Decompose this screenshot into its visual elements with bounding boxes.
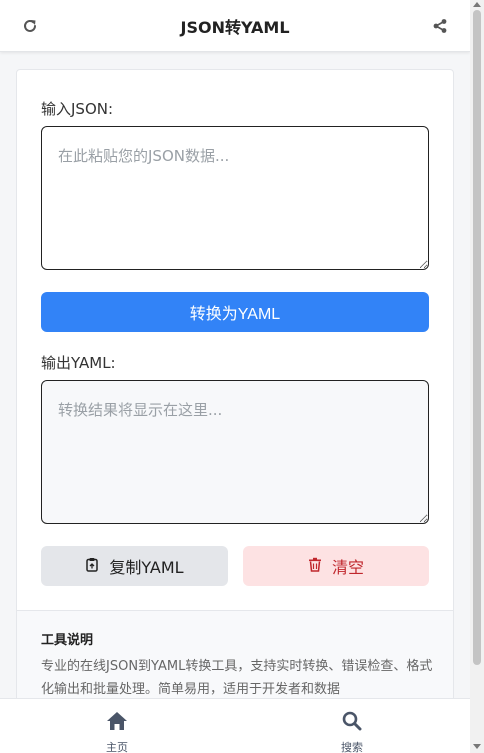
trash-icon (308, 557, 322, 576)
nav-label-home: 主页 (106, 741, 128, 753)
convert-button[interactable]: 转换为YAML (41, 292, 429, 332)
copy-yaml-button[interactable]: 复制YAML (41, 546, 228, 586)
scroll-up-arrow[interactable] (473, 2, 481, 7)
copy-yaml-label: 复制YAML (109, 558, 184, 577)
input-label: 输入JSON: (41, 100, 114, 118)
bottom-nav: 主页 搜索 (0, 698, 470, 753)
output-label: 输出YAML: (41, 354, 116, 372)
refresh-icon[interactable] (20, 16, 40, 36)
scrollbar-thumb[interactable] (473, 10, 481, 665)
description-title: 工具说明 (41, 633, 94, 648)
clear-label: 清空 (331, 558, 364, 577)
nav-item-search[interactable]: 搜索 (322, 711, 382, 753)
tool-description: 工具说明 专业的在线JSON到YAML转换工具，支持实时转换、错误检查、格式化输… (17, 611, 453, 708)
yaml-output[interactable] (41, 380, 429, 524)
description-text: 专业的在线JSON到YAML转换工具，支持实时转换、错误检查、格式化输出和批量处… (41, 659, 433, 697)
nav-item-home[interactable]: 主页 (87, 711, 147, 753)
converter-card: 输入JSON: 转换为YAML 输出YAML: 复制YAML 清空 工 (16, 69, 454, 709)
scrollbar[interactable] (470, 0, 484, 753)
share-icon[interactable] (430, 16, 450, 36)
search-icon (342, 711, 362, 735)
home-icon (106, 711, 128, 735)
clear-button[interactable]: 清空 (243, 546, 429, 586)
json-input[interactable] (41, 126, 429, 270)
clipboard-icon (85, 557, 99, 576)
nav-label-search: 搜索 (341, 741, 363, 753)
page-title: JSON转YAML (180, 17, 290, 37)
scroll-down-arrow[interactable] (473, 744, 481, 749)
app-header: JSON转YAML (0, 0, 470, 52)
